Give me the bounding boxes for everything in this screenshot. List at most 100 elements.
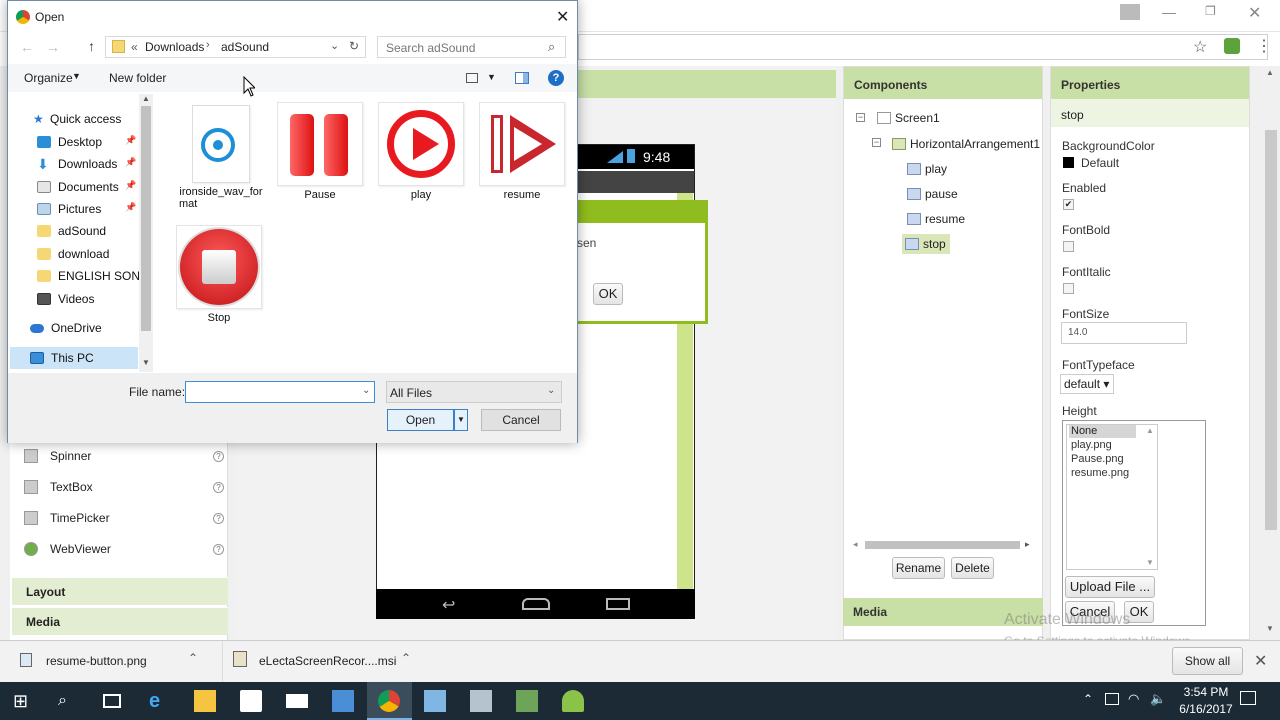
file-type-select[interactable]: All Files ⌄ bbox=[386, 381, 562, 403]
phone-ok-button[interactable]: OK bbox=[593, 283, 623, 305]
nav-this-pc[interactable]: This PC bbox=[30, 348, 94, 368]
android-icon[interactable] bbox=[562, 690, 584, 712]
nav-videos[interactable]: Videos bbox=[37, 289, 94, 309]
pin-icon[interactable]: 📌 bbox=[125, 202, 136, 213]
back-arrow-icon[interactable]: ← bbox=[20, 39, 34, 55]
components-scrollbar[interactable]: ◂ ▸ bbox=[853, 539, 1033, 551]
chevron-down-icon[interactable]: ⌄ bbox=[547, 385, 555, 396]
palette-category-media[interactable]: Media bbox=[12, 607, 228, 635]
store-icon[interactable] bbox=[240, 690, 262, 712]
palette-item-timepicker[interactable]: TimePicker? bbox=[24, 506, 224, 530]
refresh-icon[interactable]: ↻ bbox=[349, 39, 359, 53]
scroll-left-icon[interactable]: ◂ bbox=[853, 539, 858, 550]
nav-quick-access[interactable]: ★ Quick access bbox=[33, 109, 121, 129]
nav-scroll-up-icon[interactable]: ▲ bbox=[142, 94, 150, 103]
chevron-down-icon[interactable]: ⌄ bbox=[362, 385, 370, 396]
help-icon[interactable]: ? bbox=[213, 543, 224, 555]
pin-icon[interactable]: 📌 bbox=[125, 157, 136, 168]
app-icon[interactable] bbox=[516, 690, 538, 712]
forward-arrow-icon[interactable]: → bbox=[46, 39, 60, 55]
pin-icon[interactable]: 📌 bbox=[125, 135, 136, 146]
search-icon[interactable]: ⌕ bbox=[58, 690, 80, 712]
upload-file-button[interactable]: Upload File ... bbox=[1065, 576, 1155, 598]
fontitalic-checkbox[interactable] bbox=[1063, 283, 1074, 294]
breadcrumb-adsound[interactable]: adSound bbox=[221, 40, 269, 54]
chevron-down-icon[interactable]: ⌄ bbox=[330, 39, 339, 52]
edge-browser-icon[interactable]: e bbox=[149, 690, 171, 712]
height-option[interactable]: play.png bbox=[1071, 439, 1112, 451]
scroll-thumb[interactable] bbox=[865, 541, 1020, 549]
nav-scrollbar[interactable]: ▲ ▼ bbox=[139, 94, 153, 372]
nav-download[interactable]: download bbox=[37, 244, 109, 264]
scroll-right-icon[interactable]: ▸ bbox=[1025, 539, 1030, 550]
file-name-input[interactable]: ⌄ bbox=[185, 381, 375, 403]
page-scroll-up-icon[interactable]: ▲ bbox=[1266, 68, 1274, 77]
download-item[interactable]: eLectaScreenRecor....msi ⌃ bbox=[222, 641, 422, 682]
nav-english-song[interactable]: ENGLISH SONG bbox=[37, 266, 149, 286]
height-option[interactable]: Pause.png bbox=[1071, 453, 1124, 465]
nav-scroll-down-icon[interactable]: ▼ bbox=[142, 358, 150, 367]
app-icon[interactable] bbox=[470, 690, 492, 712]
address-bar[interactable] bbox=[578, 34, 1268, 60]
fontbold-checkbox[interactable] bbox=[1063, 241, 1074, 252]
organize-button[interactable]: Organize bbox=[24, 71, 73, 85]
enabled-checkbox[interactable]: ✔ bbox=[1063, 199, 1074, 210]
breadcrumb-bar[interactable]: « Downloads › adSound ⌄ ↻ bbox=[105, 36, 366, 58]
up-arrow-icon[interactable]: ↑ bbox=[88, 38, 95, 54]
palette-item-webviewer[interactable]: WebViewer? bbox=[24, 537, 224, 561]
chevron-up-icon[interactable]: ⌃ bbox=[188, 651, 198, 665]
mail-icon[interactable] bbox=[286, 694, 308, 708]
rename-button[interactable]: Rename bbox=[892, 557, 945, 579]
tree-play[interactable]: play bbox=[907, 159, 947, 179]
file-play[interactable]: play bbox=[378, 102, 464, 201]
wifi-tray-icon[interactable]: ◠ bbox=[1128, 691, 1139, 707]
nav-scroll-thumb[interactable] bbox=[141, 106, 151, 331]
prop-bgcolor-value[interactable]: Default bbox=[1081, 156, 1119, 170]
cancel-button[interactable]: Cancel bbox=[481, 409, 561, 431]
view-caret-icon[interactable]: ▼ bbox=[487, 72, 496, 82]
help-icon[interactable]: ? bbox=[548, 70, 564, 86]
tree-resume[interactable]: resume bbox=[907, 209, 965, 229]
show-all-button[interactable]: Show all bbox=[1172, 647, 1243, 675]
download-item[interactable]: resume-button.png ⌃ bbox=[10, 641, 210, 682]
tree-pause[interactable]: pause bbox=[907, 184, 958, 204]
list-scroll-up-icon[interactable]: ▲ bbox=[1146, 426, 1154, 435]
palette-category-layout[interactable]: Layout bbox=[12, 577, 228, 605]
action-center-icon[interactable] bbox=[1240, 691, 1256, 705]
tree-screen1[interactable]: Screen1 bbox=[877, 108, 940, 128]
collapse-arrangement-icon[interactable]: − bbox=[872, 138, 881, 147]
chevron-up-icon[interactable]: ⌃ bbox=[401, 651, 411, 665]
page-scroll-thumb[interactable] bbox=[1265, 130, 1277, 530]
nav-adsound[interactable]: adSound bbox=[37, 221, 106, 241]
file-stop[interactable]: Stop bbox=[176, 225, 262, 324]
open-button[interactable]: Open bbox=[387, 409, 454, 431]
nav-downloads[interactable]: ⬇ Downloads bbox=[37, 154, 117, 174]
tray-chevron-icon[interactable]: ⌃ bbox=[1083, 692, 1093, 706]
nav-onedrive[interactable]: OneDrive bbox=[30, 318, 102, 338]
app-icon[interactable] bbox=[332, 690, 354, 712]
preview-pane-icon[interactable] bbox=[515, 72, 529, 84]
back-nav-icon[interactable]: ↩ bbox=[442, 595, 455, 615]
open-dropdown-icon[interactable]: ▼ bbox=[454, 409, 468, 431]
tree-horizontal-arrangement[interactable]: HorizontalArrangement1 bbox=[892, 134, 1040, 154]
home-nav-icon[interactable] bbox=[522, 598, 550, 610]
notes-icon[interactable] bbox=[424, 690, 446, 712]
height-option-none[interactable]: None bbox=[1069, 425, 1136, 438]
chrome-icon[interactable] bbox=[378, 690, 400, 712]
battery-tray-icon[interactable] bbox=[1105, 693, 1119, 705]
clock-time[interactable]: 3:54 PM bbox=[1178, 685, 1234, 699]
fontsize-input[interactable]: 14.0 bbox=[1061, 322, 1187, 344]
organize-caret-icon[interactable]: ▼ bbox=[72, 71, 81, 81]
file-resume[interactable]: resume bbox=[479, 102, 565, 201]
start-windows-icon[interactable]: ⊞ bbox=[13, 690, 35, 712]
restore-icon[interactable]: ❐ bbox=[1205, 4, 1221, 20]
tree-stop-selected[interactable]: stop bbox=[902, 234, 950, 254]
page-scroll-down-icon[interactable]: ▼ bbox=[1266, 624, 1274, 633]
height-option[interactable]: resume.png bbox=[1071, 467, 1129, 479]
page-scrollbar[interactable]: ▲ ▼ bbox=[1262, 66, 1280, 640]
color-swatch[interactable] bbox=[1063, 157, 1074, 168]
bookmark-star-icon[interactable]: ☆ bbox=[1193, 37, 1207, 57]
nav-documents[interactable]: Documents bbox=[37, 177, 119, 197]
pin-icon[interactable]: 📌 bbox=[125, 180, 136, 191]
view-options-icon[interactable] bbox=[466, 73, 478, 83]
